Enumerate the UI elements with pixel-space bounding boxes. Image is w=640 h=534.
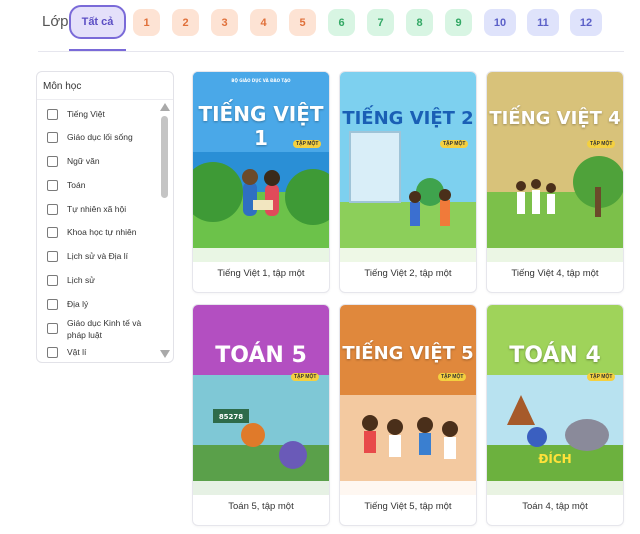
subject-item-gdkt-phap-luat[interactable]: Giáo dục Kinh tế và pháp luật <box>47 317 165 341</box>
subject-checkbox[interactable] <box>47 299 58 310</box>
subject-label: Vật lí <box>67 347 87 357</box>
subject-checkbox[interactable] <box>47 109 58 120</box>
volume-badge: TẬP MỘT <box>587 373 616 381</box>
subject-item-khoa-hoc-tu-nhien[interactable]: Khoa học tự nhiên <box>47 226 165 238</box>
subject-label: Lịch sử và Địa lí <box>67 251 128 261</box>
grade-chip-all[interactable]: Tất cả <box>69 5 126 39</box>
subject-label: Toán <box>67 180 86 190</box>
subject-panel-title: Môn học <box>43 81 82 92</box>
grade-chip-9[interactable]: 9 <box>445 9 472 36</box>
grade-chip-6[interactable]: 6 <box>328 9 355 36</box>
cover-title: TIẾNG VIỆT 2 <box>342 108 474 129</box>
grade-filter-bar: Lớp Tất cả 1 2 3 4 5 6 7 8 9 10 11 12 <box>0 0 640 52</box>
subject-checkbox[interactable] <box>47 180 58 191</box>
subject-item-ngu-van[interactable]: Ngữ văn <box>47 155 165 167</box>
book-card-toan-5[interactable]: 85278 TOÁN 5 TẬP MỘT Toán 5, tập một <box>192 304 330 526</box>
subject-item-lich-su-va-dia-li[interactable]: Lịch sử và Địa lí <box>47 250 165 262</box>
svg-text:ĐÍCH: ĐÍCH <box>538 451 571 466</box>
grade-filter-label: Lớp <box>42 13 69 30</box>
book-card-tieng-viet-2[interactable]: TIẾNG VIỆT 2 TẬP MỘT Tiếng Việt 2, tập m… <box>339 71 477 293</box>
scrollbar-thumb[interactable] <box>161 116 168 198</box>
book-cover-image[interactable]: TIẾNG VIỆT 2 TẬP MỘT <box>340 72 476 262</box>
subject-item-giao-duc-loi-song[interactable]: Giáo dục lối sống <box>47 131 165 143</box>
subject-label: Tự nhiên xã hội <box>67 204 127 214</box>
subject-checkbox[interactable] <box>47 156 58 167</box>
book-card-tieng-viet-4[interactable]: TIẾNG VIỆT 4 TẬP MỘT Tiếng Việt 4, tập m… <box>486 71 624 293</box>
book-cover-image[interactable]: 85278 TOÁN 5 TẬP MỘT <box>193 305 329 495</box>
subject-item-dia-ly[interactable]: Địa lý <box>47 298 165 310</box>
svg-text:85278: 85278 <box>219 413 243 421</box>
grade-chip-5[interactable]: 5 <box>289 9 316 36</box>
grade-chip-12[interactable]: 12 <box>570 9 602 36</box>
subject-item-vat-li[interactable]: Vật lí <box>47 346 165 358</box>
subject-label: Lịch sử <box>67 275 95 285</box>
volume-badge: TẬP MỘT <box>291 373 320 381</box>
cover-title: TIẾNG VIỆT 5 <box>342 343 474 364</box>
book-card-tieng-viet-5[interactable]: TIẾNG VIỆT 5 TẬP MỘT Tiếng Việt 5, tập m… <box>339 304 477 526</box>
book-title[interactable]: Tiếng Việt 2, tập một <box>340 268 476 279</box>
grade-chip-2[interactable]: 2 <box>172 9 199 36</box>
cover-title: TOÁN 4 <box>509 343 601 368</box>
scroll-up-arrow-icon[interactable] <box>160 103 170 111</box>
scroll-down-arrow-icon[interactable] <box>160 350 170 358</box>
subject-label: Tiếng Việt <box>67 109 105 119</box>
subject-checkbox[interactable] <box>47 323 58 334</box>
grade-chip-7[interactable]: 7 <box>367 9 394 36</box>
book-title[interactable]: Tiếng Việt 5, tập một <box>340 501 476 512</box>
subject-filter-panel: Môn học Tiếng Việt Giáo dục lối sống Ngữ… <box>36 71 174 363</box>
grade-chip-4[interactable]: 4 <box>250 9 277 36</box>
subject-label: Địa lý <box>67 299 89 309</box>
subject-checkbox[interactable] <box>47 251 58 262</box>
cover-title: TOÁN 5 <box>215 343 307 368</box>
grade-chip-8[interactable]: 8 <box>406 9 433 36</box>
grade-chip-11[interactable]: 11 <box>527 9 559 36</box>
book-title[interactable]: Tiếng Việt 1, tập một <box>193 268 329 279</box>
book-cover-image[interactable]: ĐÍCH TOÁN 4 TẬP MỘT <box>487 305 623 495</box>
panel-divider <box>37 99 173 100</box>
volume-badge: TẬP MỘT <box>293 140 322 148</box>
grade-chip-1[interactable]: 1 <box>133 9 160 36</box>
subject-checkbox[interactable] <box>47 204 58 215</box>
subject-checkbox[interactable] <box>47 275 58 286</box>
subject-item-tu-nhien-xa-hoi[interactable]: Tự nhiên xã hội <box>47 203 165 215</box>
svg-text:BỘ GIÁO DỤC VÀ ĐÀO TẠO: BỘ GIÁO DỤC VÀ ĐÀO TẠO <box>231 78 291 83</box>
subject-item-lich-su[interactable]: Lịch sử <box>47 274 165 286</box>
grade-bar-divider <box>38 51 624 52</box>
subject-item-tieng-viet[interactable]: Tiếng Việt <box>47 108 165 120</box>
subject-label: Khoa học tự nhiên <box>67 227 137 237</box>
book-title[interactable]: Toán 4, tập một <box>487 501 623 512</box>
book-cover-image[interactable]: TIẾNG VIỆT 5 TẬP MỘT <box>340 305 476 495</box>
subject-checkbox[interactable] <box>47 227 58 238</box>
subject-label: Giáo dục Kinh tế và pháp luật <box>67 318 142 340</box>
subject-checkbox[interactable] <box>47 347 58 358</box>
book-cover-image[interactable]: BỘ GIÁO DỤC VÀ ĐÀO TẠO TIẾNG VIỆT 1 TẬP … <box>193 72 329 262</box>
volume-badge: TẬP MỘT <box>587 140 616 148</box>
book-title[interactable]: Toán 5, tập một <box>193 501 329 512</box>
volume-badge: TẬP MỘT <box>440 140 469 148</box>
book-card-tieng-viet-1[interactable]: BỘ GIÁO DỤC VÀ ĐÀO TẠO TIẾNG VIỆT 1 TẬP … <box>192 71 330 293</box>
book-cover-image[interactable]: TIẾNG VIỆT 4 TẬP MỘT <box>487 72 623 262</box>
subject-label: Giáo dục lối sống <box>67 132 133 142</box>
grade-chip-3[interactable]: 3 <box>211 9 238 36</box>
subject-item-toan[interactable]: Toán <box>47 179 165 191</box>
volume-badge: TẬP MỘT <box>438 373 467 381</box>
subject-label: Ngữ văn <box>67 156 100 166</box>
book-card-toan-4[interactable]: ĐÍCH TOÁN 4 TẬP MỘT Toán 4, tập một <box>486 304 624 526</box>
subject-checkbox[interactable] <box>47 132 58 143</box>
book-title[interactable]: Tiếng Việt 4, tập một <box>487 268 623 279</box>
grade-chip-10[interactable]: 10 <box>484 9 516 36</box>
cover-title: TIẾNG VIỆT 4 <box>489 108 621 129</box>
